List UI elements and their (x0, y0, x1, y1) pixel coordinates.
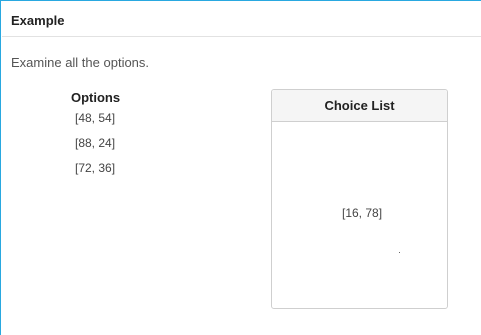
panel-title: Example (11, 13, 65, 28)
instruction-text: Examine all the options. (11, 55, 150, 70)
choice-list-box[interactable]: Choice List [16, 78] (271, 89, 448, 309)
choice-list-dropzone[interactable]: [16, 78] (272, 122, 447, 308)
dot-mark (399, 252, 400, 253)
option-item[interactable]: [48, 54] (75, 111, 115, 125)
choice-list-header: Choice List (272, 90, 447, 122)
choice-item[interactable]: [16, 78] (342, 206, 382, 220)
panel-frame: Example Examine all the options. Options… (0, 0, 481, 335)
title-divider (2, 36, 481, 37)
option-item[interactable]: [72, 36] (75, 161, 115, 175)
option-item[interactable]: [88, 24] (75, 136, 115, 150)
options-header: Options (71, 90, 121, 105)
